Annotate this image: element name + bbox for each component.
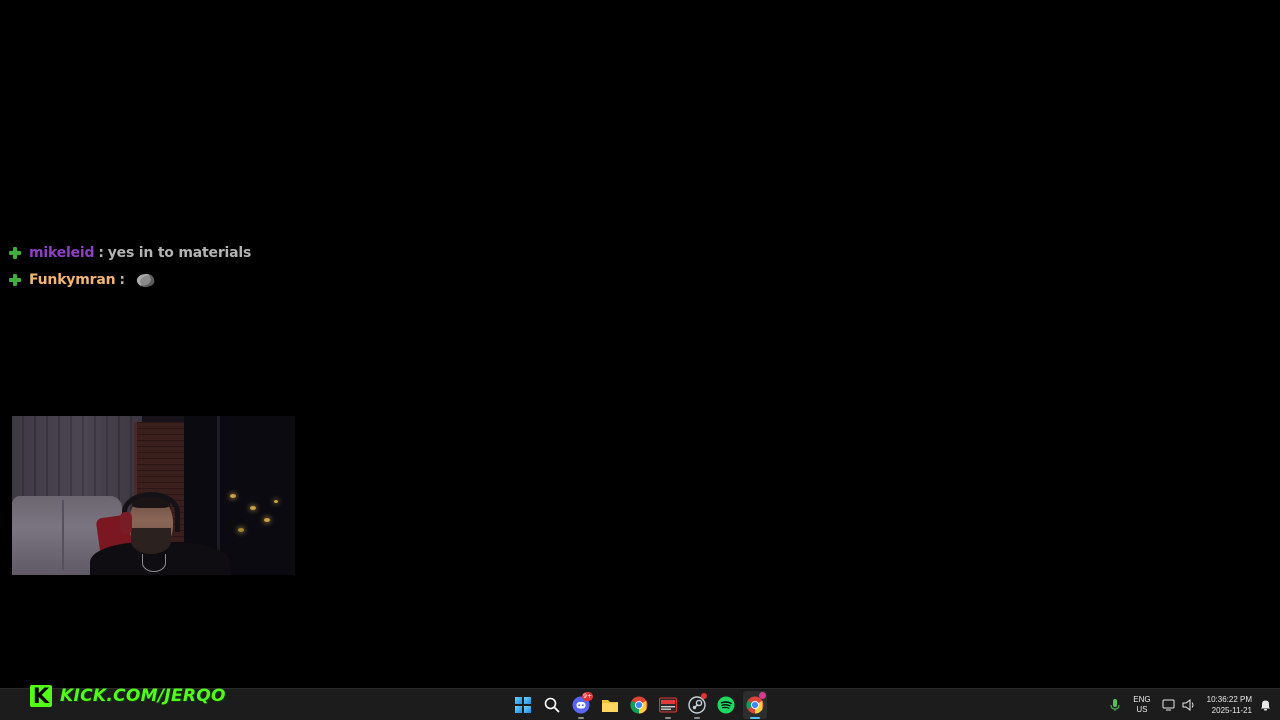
chat-username: mikeleid	[29, 245, 95, 261]
taskbar-apps: 9+	[511, 691, 767, 719]
chat-separator: :	[119, 272, 125, 288]
language-indicator[interactable]: ENG US	[1133, 695, 1150, 715]
spotify-button[interactable]	[714, 691, 738, 719]
kick-channel-url: KICK.COM/JERQO	[60, 686, 226, 706]
chat-overlay: mikeleid : yes in to materials Funkymran…	[8, 243, 408, 297]
clock-date: 2025-11-21	[1211, 706, 1252, 715]
chrome-button[interactable]	[627, 691, 651, 719]
steam-badge	[701, 693, 707, 699]
webcam-feed	[12, 416, 295, 575]
media-app-icon	[659, 697, 677, 713]
search-button[interactable]	[540, 691, 564, 719]
spotify-icon	[717, 696, 735, 714]
microphone-icon	[1110, 699, 1120, 711]
discord-button[interactable]: 9+	[569, 691, 593, 719]
notification-bell-icon	[1260, 700, 1270, 711]
chat-message: mikeleid : yes in to materials	[8, 243, 408, 263]
clock[interactable]: 10:36:22 PM 2025-11-21	[1207, 694, 1252, 716]
volume-button[interactable]	[1179, 689, 1199, 720]
system-tray: ENG US 10:36:22 PM 2025-11-21	[1105, 689, 1272, 720]
windows-start-button[interactable]	[511, 691, 535, 719]
plus-badge-icon	[8, 273, 22, 287]
chat-message: Funkymran :	[8, 270, 408, 290]
file-explorer-icon	[602, 700, 618, 712]
plus-badge-icon	[8, 246, 22, 260]
search-icon	[544, 697, 560, 713]
media-app-button[interactable]	[656, 691, 680, 719]
chrome-profile-badge	[759, 692, 766, 699]
speaker-icon	[1182, 699, 1194, 711]
language-region: US	[1136, 705, 1148, 714]
file-explorer-button[interactable]	[598, 691, 622, 719]
kick-brand-logo: KICK.COM/JERQO	[30, 684, 226, 708]
clock-time: 10:36:22 PM	[1206, 695, 1252, 704]
chat-text: yes in to materials	[107, 245, 252, 261]
discord-badge: 9+	[582, 692, 593, 701]
network-button[interactable]	[1159, 689, 1179, 720]
chrome-icon	[630, 696, 648, 714]
chat-username: Funkymran	[29, 272, 116, 288]
steam-button[interactable]	[685, 691, 709, 719]
microphone-button[interactable]	[1105, 689, 1125, 720]
notifications-button[interactable]	[1258, 689, 1272, 720]
kick-logo-icon	[30, 684, 52, 708]
rock-emote-icon	[135, 271, 155, 289]
windows-start-icon	[515, 697, 531, 713]
language-code: ENG	[1133, 695, 1151, 704]
chat-separator: :	[98, 245, 104, 261]
network-monitor-icon	[1162, 699, 1175, 711]
chrome-profile-button[interactable]	[743, 691, 767, 719]
